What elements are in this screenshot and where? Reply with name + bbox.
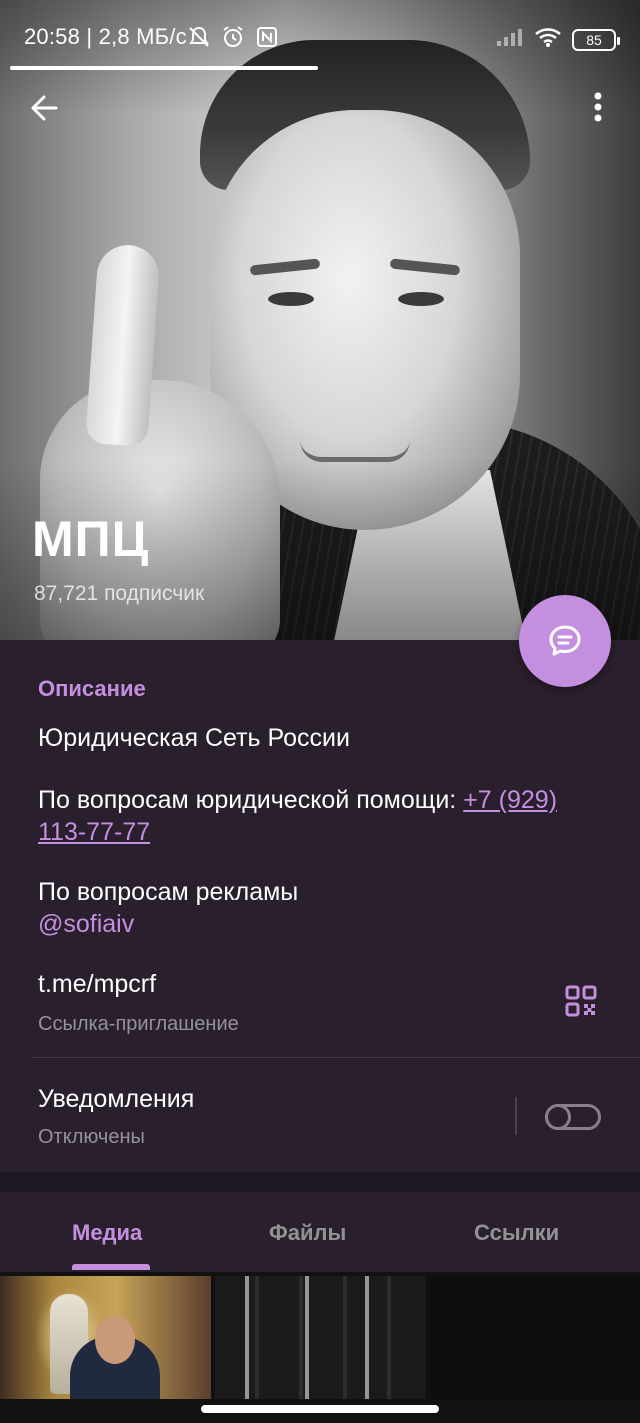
signal-icon: [496, 27, 524, 53]
phone-link-part-1[interactable]: +7 (929): [463, 786, 557, 814]
invite-link-text[interactable]: t.me/mpcrf: [38, 968, 156, 1000]
ads-contact-mention[interactable]: @sofiaiv: [38, 910, 134, 938]
active-tab-indicator: [72, 1264, 150, 1270]
thumb-light-1: [245, 1276, 249, 1399]
back-button[interactable]: [24, 86, 68, 130]
legal-help-prefix: По вопросам юридической помощи:: [38, 786, 464, 814]
status-time-speed: 20:58 | 2,8 МБ/с: [24, 24, 187, 49]
status-icons-right: 85: [496, 26, 620, 54]
thumb-light-2: [305, 1276, 309, 1399]
media-thumb-2[interactable]: [215, 1276, 426, 1399]
notifications-separator: [515, 1097, 517, 1135]
media-thumb-1[interactable]: [0, 1276, 211, 1399]
media-tabs: Медиа Файлы Ссылки: [0, 1192, 640, 1272]
description-ads: По вопросам рекламы @sofiaiv: [38, 876, 298, 940]
description-heading: Описание: [38, 676, 146, 701]
status-icons-left: [186, 24, 280, 50]
home-indicator-bar[interactable]: [201, 1405, 439, 1413]
media-grid: [0, 1272, 640, 1423]
tab-files[interactable]: Файлы: [269, 1220, 346, 1246]
alarm-icon: [220, 24, 246, 50]
discussion-fab-button[interactable]: [519, 595, 611, 687]
channel-profile-screen: 20:58 | 2,8 МБ/с 85 МПЦ 87,721 подписчик…: [0, 0, 640, 1423]
tab-media[interactable]: Медиа: [72, 1220, 142, 1246]
invite-link-label: Ссылка-приглашение: [38, 1013, 239, 1035]
thumb-light-3: [365, 1276, 369, 1399]
ads-label: По вопросам рекламы: [38, 878, 299, 906]
description-line-1: Юридическая Сеть России: [38, 724, 350, 752]
phone-link-part-2[interactable]: 113-77-77: [38, 818, 150, 846]
notifications-status: Отключены: [38, 1126, 145, 1148]
more-menu-button[interactable]: [578, 86, 618, 130]
subscriber-count: 87,721 подписчик: [34, 582, 205, 605]
qr-code-button[interactable]: [565, 985, 597, 1017]
notifications-label[interactable]: Уведомления: [38, 1083, 194, 1115]
section-gap: [0, 1172, 640, 1192]
channel-name: МПЦ: [32, 511, 150, 567]
notifications-toggle[interactable]: [545, 1104, 601, 1130]
description-legal-help: По вопросам юридической помощи: +7 (929)…: [38, 784, 618, 848]
qr-code-icon: [565, 985, 597, 1017]
toggle-knob: [545, 1104, 571, 1130]
arrow-left-icon: [31, 95, 58, 121]
status-bar: 20:58 | 2,8 МБ/с 85: [0, 0, 640, 70]
media-thumb-3[interactable]: [430, 1276, 640, 1399]
loading-progress-line: [10, 66, 318, 70]
nfc-icon: [254, 24, 280, 50]
wifi-icon: [534, 26, 562, 54]
more-vertical-icon: [594, 92, 602, 122]
chat-icon: [549, 625, 581, 656]
battery-icon: 85: [572, 29, 620, 51]
thumb-person-head: [95, 1316, 135, 1364]
section-divider: [32, 1057, 640, 1058]
dnd-icon: [186, 24, 212, 50]
tab-links[interactable]: Ссылки: [474, 1220, 559, 1246]
